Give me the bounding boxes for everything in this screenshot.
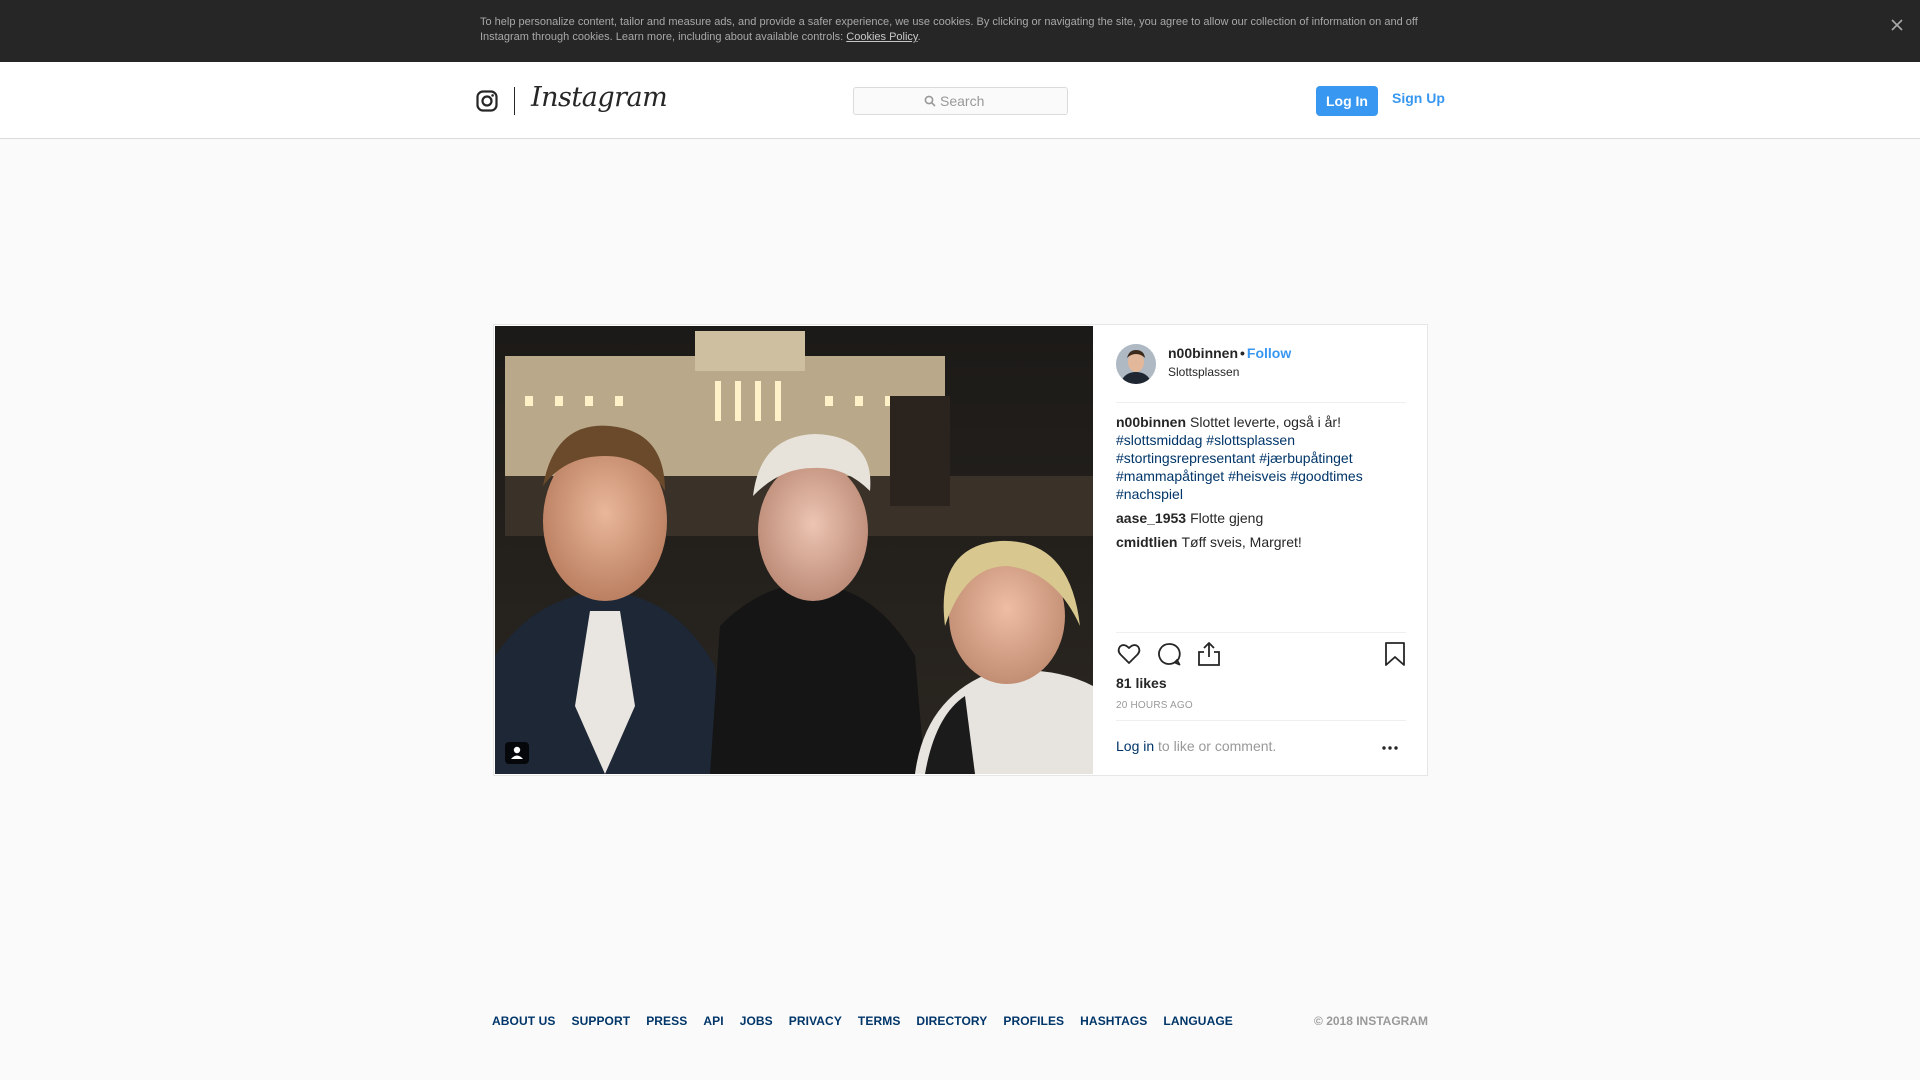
footer-link-terms[interactable]: TERMS: [858, 1014, 901, 1028]
comments-list: n00binnen Slottet leverte, også i år! #sl…: [1116, 413, 1406, 557]
cookie-suffix: .: [917, 31, 921, 43]
owner-line: n00binnen • Follow: [1168, 345, 1291, 361]
logo-divider: [514, 87, 515, 115]
hashtag[interactable]: #heisveis: [1228, 468, 1286, 484]
owner-username[interactable]: n00binnen: [1168, 345, 1238, 361]
divider: [1116, 632, 1406, 633]
comment-item: aase_1953 Flotte gjeng: [1116, 509, 1406, 527]
hashtag[interactable]: #mammapåtinget: [1116, 468, 1224, 484]
footer-link-hashtags[interactable]: HASHTAGS: [1080, 1014, 1147, 1028]
post-timestamp[interactable]: 20 HOURS AGO: [1116, 700, 1193, 711]
hashtag[interactable]: #jærbupåtinget: [1259, 450, 1352, 466]
signup-link[interactable]: Sign Up: [1392, 90, 1445, 106]
hashtag[interactable]: #stortingsrepresentant: [1116, 450, 1255, 466]
divider: [1116, 402, 1406, 403]
comment-username[interactable]: cmidtlien: [1116, 534, 1177, 550]
caption-username[interactable]: n00binnen: [1116, 414, 1186, 430]
post-card: n00binnen • Follow Slottsplassen n00binnen…: [493, 324, 1428, 776]
search-box[interactable]: [853, 87, 1068, 115]
share-icon[interactable]: [1196, 641, 1222, 667]
login-prompt: Log in to like or comment.: [1116, 738, 1276, 754]
hashtag[interactable]: #slottsplassen: [1206, 432, 1295, 448]
divider: [1116, 720, 1406, 721]
comment-bubble-icon[interactable]: [1156, 641, 1182, 667]
comment-text: Flotte gjeng: [1190, 510, 1264, 526]
comment-item: cmidtlien Tøff sveis, Margret!: [1116, 533, 1406, 551]
login-link[interactable]: Log in: [1116, 738, 1154, 754]
caption-text: Slottet leverte, også i år!: [1190, 414, 1341, 430]
separator-dot: •: [1240, 345, 1245, 361]
search-input[interactable]: [940, 91, 1060, 111]
footer-link-language[interactable]: LANGUAGE: [1163, 1014, 1232, 1028]
caption: n00binnen Slottet leverte, også i år! #sl…: [1116, 413, 1406, 503]
top-nav: Instagram Log In Sign Up: [0, 62, 1920, 139]
close-icon[interactable]: [1888, 16, 1906, 34]
post-photo-image: [495, 326, 1093, 774]
footer-link-jobs[interactable]: JOBS: [740, 1014, 773, 1028]
location-link[interactable]: Slottsplassen: [1168, 365, 1239, 379]
search-icon: [924, 95, 936, 107]
footer-link-api[interactable]: API: [703, 1014, 723, 1028]
hashtag[interactable]: #slottsmiddag: [1116, 432, 1202, 448]
footer-link-support[interactable]: SUPPORT: [571, 1014, 630, 1028]
footer: ABOUT US SUPPORT PRESS API JOBS PRIVACY …: [492, 1014, 1428, 1032]
footer-link-press[interactable]: PRESS: [646, 1014, 687, 1028]
footer-link-about-us[interactable]: ABOUT US: [492, 1014, 555, 1028]
follow-button[interactable]: Follow: [1247, 345, 1291, 361]
user-tag-icon[interactable]: [505, 742, 529, 764]
comment-text: Tøff sveis, Margret!: [1181, 534, 1302, 550]
post-photo[interactable]: [495, 326, 1093, 774]
login-button[interactable]: Log In: [1316, 86, 1378, 116]
cookie-text: To help personalize content, tailor and …: [480, 15, 1430, 45]
footer-links: ABOUT US SUPPORT PRESS API JOBS PRIVACY …: [492, 1014, 1233, 1028]
heart-icon[interactable]: [1116, 641, 1142, 667]
cookie-message: To help personalize content, tailor and …: [480, 16, 1418, 43]
hashtag[interactable]: #nachspiel: [1116, 486, 1183, 502]
cookies-policy-link[interactable]: Cookies Policy: [846, 31, 917, 43]
copyright: © 2018 INSTAGRAM: [1314, 1014, 1428, 1028]
cookie-banner: To help personalize content, tailor and …: [0, 0, 1920, 62]
bookmark-icon[interactable]: [1382, 641, 1408, 667]
hashtag[interactable]: #goodtimes: [1290, 468, 1362, 484]
comment-username[interactable]: aase_1953: [1116, 510, 1186, 526]
avatar[interactable]: [1116, 344, 1156, 384]
instagram-wordmark[interactable]: Instagram: [531, 82, 668, 113]
instagram-glyph-icon[interactable]: [476, 90, 498, 112]
footer-link-profiles[interactable]: PROFILES: [1003, 1014, 1064, 1028]
likes-count[interactable]: 81 likes: [1116, 675, 1167, 691]
post-sidebar: n00binnen • Follow Slottsplassen n00binnen…: [1116, 325, 1406, 775]
footer-link-directory[interactable]: DIRECTORY: [916, 1014, 987, 1028]
footer-link-privacy[interactable]: PRIVACY: [789, 1014, 842, 1028]
more-options-icon[interactable]: [1380, 741, 1400, 755]
login-prompt-text: to like or comment.: [1154, 738, 1277, 754]
